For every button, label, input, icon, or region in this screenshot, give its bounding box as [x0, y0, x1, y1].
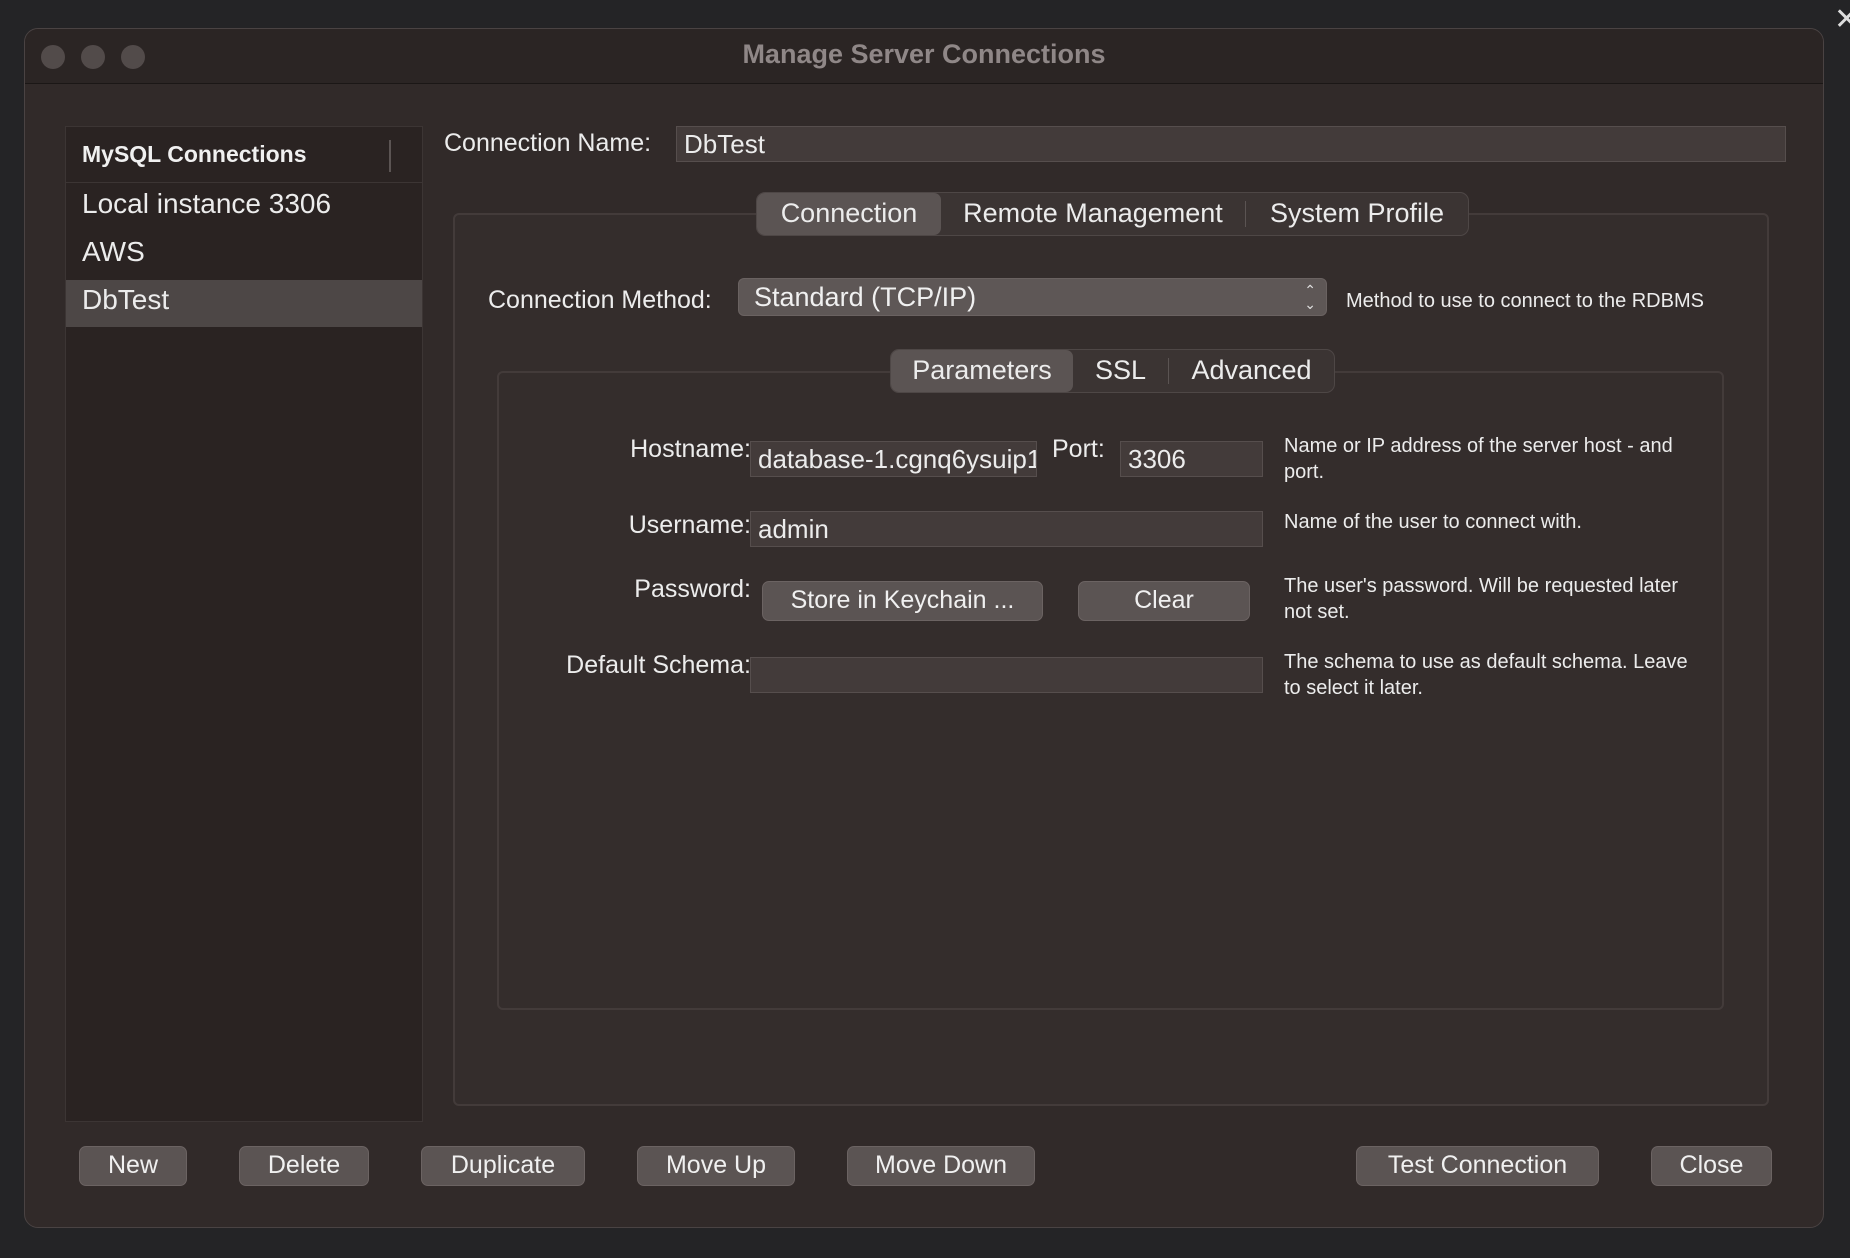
tab-system-profile[interactable]: System Profile: [1246, 193, 1468, 235]
connection-method-select[interactable]: Standard (TCP/IP) ⌃ ⌄: [738, 278, 1327, 316]
main-tab-bar: Connection Remote Management System Prof…: [756, 192, 1469, 236]
close-icon[interactable]: ✕: [1834, 2, 1850, 37]
duplicate-button[interactable]: Duplicate: [421, 1146, 585, 1186]
move-up-button[interactable]: Move Up: [637, 1146, 795, 1186]
clear-password-button[interactable]: Clear: [1078, 581, 1250, 621]
sidebar-item-local-instance[interactable]: Local instance 3306: [66, 184, 422, 231]
tab-connection[interactable]: Connection: [757, 193, 941, 235]
hostname-field[interactable]: database-1.cgnq6ysuip1: [750, 441, 1037, 477]
hostname-label: Hostname:: [630, 435, 751, 463]
sidebar-item-dbtest[interactable]: DbTest: [66, 280, 422, 327]
password-help: The user's password. Will be requested l…: [1284, 573, 1715, 625]
sidebar-header-label: MySQL Connections: [82, 141, 307, 167]
password-help-line: The user's password. Will be requested l…: [1284, 575, 1678, 597]
username-help: Name of the user to connect with.: [1284, 511, 1582, 533]
tab-remote-management[interactable]: Remote Management: [941, 193, 1245, 235]
sidebar-item-aws[interactable]: AWS: [66, 232, 422, 279]
tab-advanced[interactable]: Advanced: [1169, 350, 1334, 392]
connection-name-field[interactable]: DbTest: [676, 126, 1786, 162]
new-button[interactable]: New: [79, 1146, 187, 1186]
window-title: Manage Server Connections: [742, 39, 1106, 69]
username-field[interactable]: admin: [750, 511, 1263, 547]
column-resize-handle[interactable]: [389, 140, 391, 172]
connection-method-help: Method to use to connect to the RDBMS: [1346, 290, 1704, 312]
hostname-help-line: port.: [1284, 461, 1325, 483]
store-in-keychain-button[interactable]: Store in Keychain ...: [762, 581, 1043, 621]
sidebar-item-label: AWS: [82, 236, 145, 267]
hostname-help: Name or IP address of the server host - …: [1284, 433, 1715, 485]
port-label: Port:: [1052, 435, 1105, 463]
default-schema-help-line: to select it later.: [1284, 677, 1423, 699]
sidebar-header: MySQL Connections: [66, 127, 422, 183]
username-label: Username:: [628, 511, 751, 539]
move-down-button[interactable]: Move Down: [847, 1146, 1035, 1186]
tab-parameters[interactable]: Parameters: [891, 350, 1073, 392]
default-schema-label: Default Schema:: [566, 651, 751, 679]
tab-ssl[interactable]: SSL: [1073, 350, 1168, 392]
sidebar-item-label: Local instance 3306: [82, 188, 332, 219]
default-schema-help: The schema to use as default schema. Lea…: [1284, 649, 1715, 701]
connections-sidebar: MySQL Connections Local instance 3306 AW…: [65, 126, 423, 1122]
title-bar: Manage Server Connections: [25, 29, 1823, 84]
port-field[interactable]: 3306: [1120, 441, 1263, 477]
hostname-help-line: Name or IP address of the server host - …: [1284, 435, 1673, 457]
delete-button[interactable]: Delete: [239, 1146, 369, 1186]
test-connection-button[interactable]: Test Connection: [1356, 1146, 1599, 1186]
sidebar-item-label: DbTest: [82, 284, 170, 315]
password-help-line: not set.: [1284, 601, 1350, 623]
password-label: Password:: [634, 575, 751, 603]
connection-method-value: Standard (TCP/IP): [754, 282, 977, 312]
default-schema-field[interactable]: [750, 657, 1263, 693]
close-button[interactable]: Close: [1651, 1146, 1772, 1186]
connection-method-label: Connection Method:: [488, 286, 712, 314]
manage-connections-window: Manage Server Connections MySQL Connecti…: [24, 28, 1824, 1228]
chevron-up-down-icon: ⌃ ⌄: [1304, 282, 1316, 312]
default-schema-help-line: The schema to use as default schema. Lea…: [1284, 651, 1688, 673]
connection-name-label: Connection Name:: [444, 129, 652, 157]
parameter-tab-bar: Parameters SSL Advanced: [890, 349, 1335, 393]
